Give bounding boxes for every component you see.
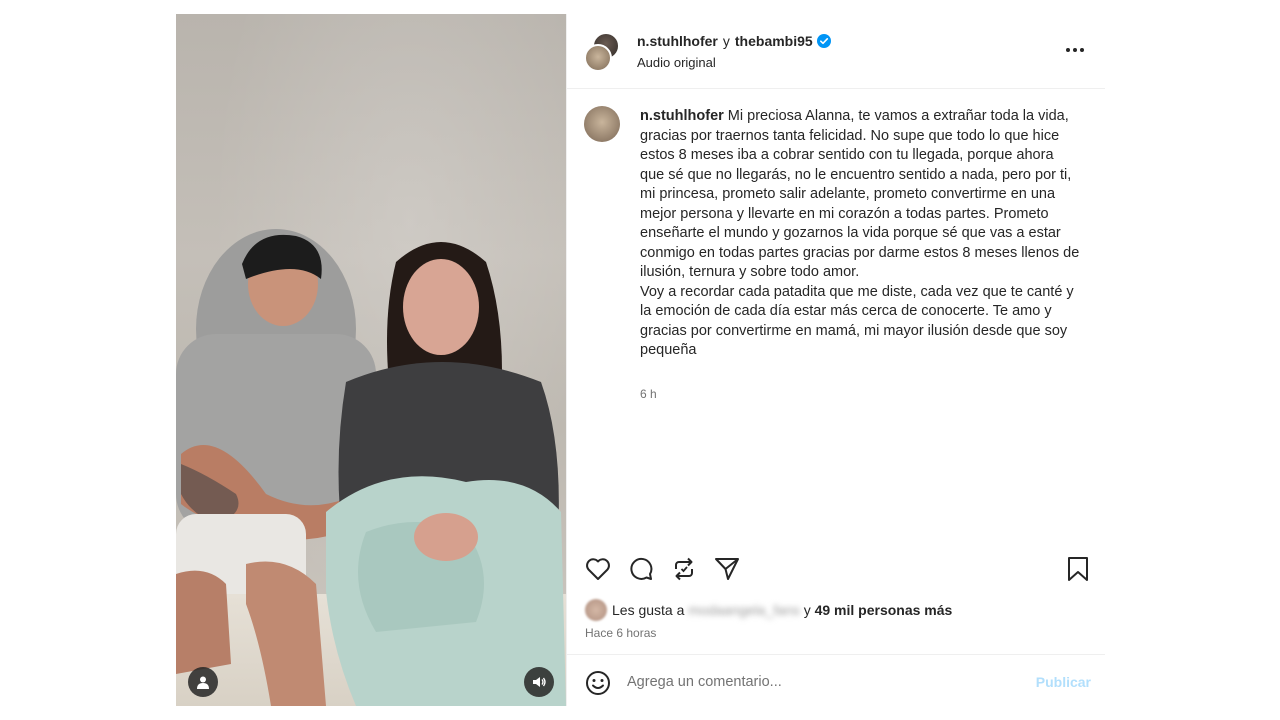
audio-link[interactable]: Audio original bbox=[637, 55, 716, 70]
share-button[interactable] bbox=[713, 554, 741, 584]
repost-button[interactable] bbox=[670, 554, 698, 584]
heart-icon bbox=[586, 558, 610, 580]
like-button[interactable] bbox=[584, 554, 612, 584]
owner-username-1[interactable]: n.stuhlhofer bbox=[637, 33, 718, 49]
emoji-button[interactable] bbox=[585, 670, 611, 696]
avatar[interactable] bbox=[584, 106, 620, 142]
post-dialog: n.stuhlhofer y thebambi95 Audio original… bbox=[176, 14, 1105, 706]
post-media[interactable] bbox=[176, 14, 566, 706]
more-options-button[interactable] bbox=[1063, 40, 1087, 60]
woman-figure bbox=[326, 242, 566, 706]
likes-connector: y bbox=[803, 602, 811, 618]
bookmark-icon bbox=[1068, 557, 1088, 581]
avatar[interactable] bbox=[584, 44, 612, 72]
post-header: n.stuhlhofer y thebambi95 Audio original bbox=[567, 14, 1105, 89]
post-sidebar: n.stuhlhofer y thebambi95 Audio original… bbox=[566, 14, 1105, 706]
post-timestamp[interactable]: Hace 6 horas bbox=[585, 626, 656, 640]
owner-username-2[interactable]: thebambi95 bbox=[735, 33, 813, 49]
speaker-icon bbox=[533, 677, 546, 687]
avatar[interactable] bbox=[585, 599, 607, 621]
verified-icon bbox=[816, 34, 831, 48]
user-tags-button[interactable] bbox=[188, 667, 218, 697]
comment-button[interactable] bbox=[627, 554, 655, 584]
audio-toggle-button[interactable] bbox=[524, 667, 554, 697]
liker-username[interactable]: modaangela_fans bbox=[688, 602, 799, 618]
likes-prefix: Les gusta a bbox=[612, 602, 685, 618]
publish-button[interactable]: Publicar bbox=[1036, 674, 1091, 690]
comment-icon bbox=[630, 557, 653, 580]
comment-input[interactable] bbox=[627, 670, 1007, 694]
comment-bar: Publicar bbox=[567, 654, 1105, 707]
caption-text: n.stuhlhofer Mi preciosa Alanna, te vamo… bbox=[640, 107, 1080, 361]
collab-avatars[interactable] bbox=[584, 32, 620, 72]
owners-separator: y bbox=[722, 33, 730, 49]
share-icon bbox=[715, 558, 739, 580]
user-tag-icon bbox=[197, 676, 209, 689]
caption-username[interactable]: n.stuhlhofer bbox=[640, 108, 724, 124]
likes-count[interactable]: 49 mil personas más bbox=[815, 602, 953, 618]
action-bar bbox=[567, 554, 1105, 590]
caption-timestamp[interactable]: 6 h bbox=[640, 387, 657, 401]
post-owners: n.stuhlhofer y thebambi95 bbox=[637, 33, 831, 49]
emoji-icon bbox=[586, 671, 610, 695]
likes-summary: Les gusta a modaangela_fans y 49 mil per… bbox=[585, 599, 952, 621]
save-button[interactable] bbox=[1064, 554, 1092, 584]
more-options-icon bbox=[1066, 48, 1070, 52]
caption-body: Mi preciosa Alanna, te vamos a extrañar … bbox=[640, 108, 1080, 358]
caption-section: n.stuhlhofer Mi preciosa Alanna, te vamo… bbox=[567, 89, 1105, 549]
repost-icon bbox=[675, 557, 693, 581]
